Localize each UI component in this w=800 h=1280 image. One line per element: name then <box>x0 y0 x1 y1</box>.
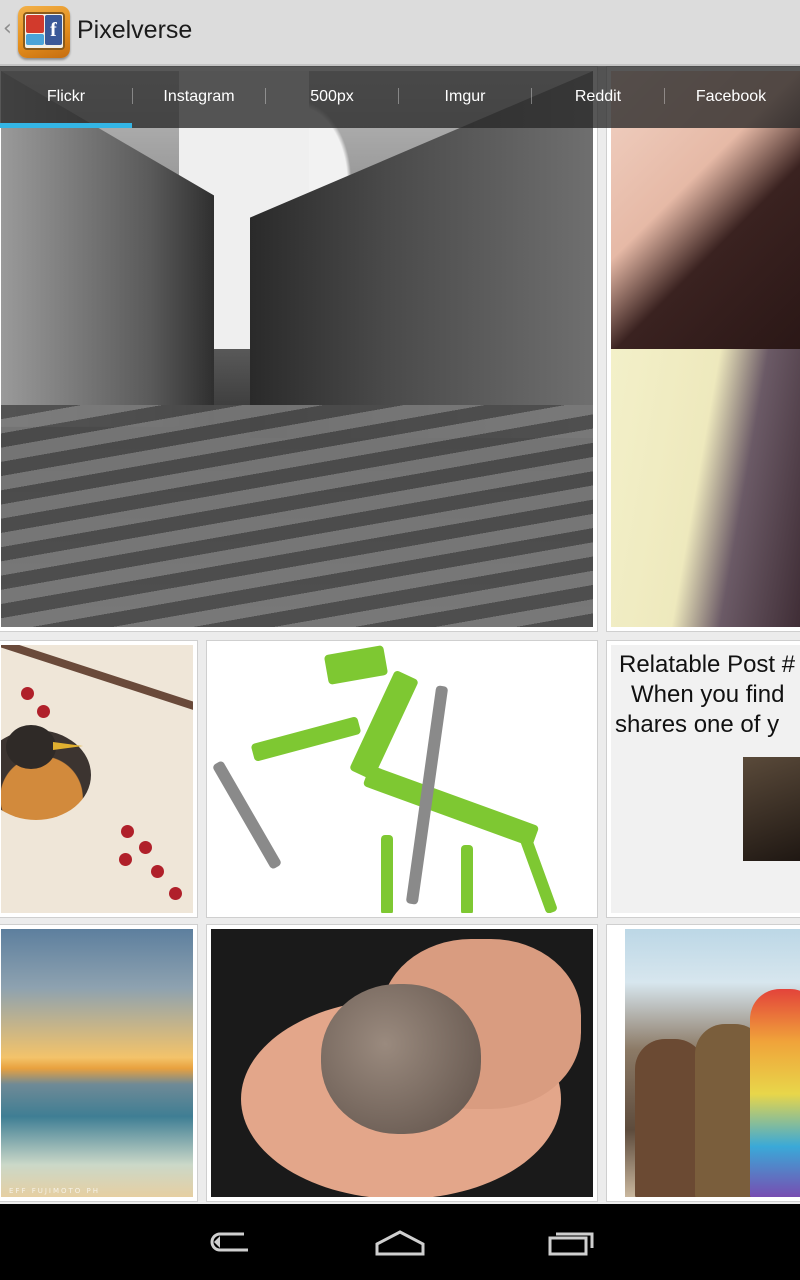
photo-tile-lego-mantis[interactable] <box>206 640 598 918</box>
photo-tile-baby-squirrel[interactable] <box>206 924 598 1202</box>
home-icon[interactable] <box>370 1224 430 1260</box>
cobblestone-street-image <box>1 71 593 627</box>
relatable-post-image: Relatable Post # When you find shares on… <box>611 645 800 913</box>
selected-tab-indicator <box>0 123 132 128</box>
sunset-beach-image: EFF FUJIMOTO PH <box>1 929 193 1197</box>
tab-imgur[interactable]: Imgur <box>399 66 531 128</box>
up-navigation-icon[interactable]: ‹ <box>3 18 12 40</box>
baby-squirrel-image <box>211 929 593 1197</box>
photo-grid[interactable]: Relatable Post # When you find shares on… <box>0 66 800 1204</box>
system-navigation-bar <box>0 1204 800 1280</box>
photo-tile-sunset-beach[interactable]: EFF FUJIMOTO PH <box>0 924 198 1202</box>
back-arrow-icon[interactable] <box>200 1224 260 1260</box>
tab-500px[interactable]: 500px <box>266 66 398 128</box>
relatable-post-line-3: shares one of y <box>615 711 780 738</box>
relatable-post-line-1: Relatable Post # <box>619 651 796 678</box>
pixelverse-app-icon[interactable]: f <box>18 6 70 58</box>
tab-flickr[interactable]: Flickr <box>0 66 132 128</box>
photo-tile-group-photo[interactable] <box>606 924 800 1202</box>
photo-tile-robin[interactable] <box>0 640 198 918</box>
photo-tile-portrait[interactable] <box>606 66 800 632</box>
source-tab-bar: Flickr Instagram 500px Imgur Reddit Face… <box>0 66 800 128</box>
tab-reddit[interactable]: Reddit <box>532 66 664 128</box>
photo-watermark: EFF FUJIMOTO PH <box>9 1187 101 1195</box>
action-bar: ‹ f Pixelverse <box>0 0 800 66</box>
recent-apps-icon[interactable] <box>540 1224 600 1260</box>
portrait-image <box>611 71 800 627</box>
tab-facebook[interactable]: Facebook <box>665 66 797 128</box>
group-photo-image <box>625 929 800 1197</box>
lego-mantis-image <box>211 645 593 913</box>
tab-instagram[interactable]: Instagram <box>133 66 265 128</box>
app-title: Pixelverse <box>77 16 193 44</box>
photo-tile-relatable-post[interactable]: Relatable Post # When you find shares on… <box>606 640 800 918</box>
relatable-post-line-2: When you find <box>631 681 785 708</box>
robin-image <box>1 645 193 913</box>
photo-tile-cobblestone-street[interactable] <box>0 66 598 632</box>
